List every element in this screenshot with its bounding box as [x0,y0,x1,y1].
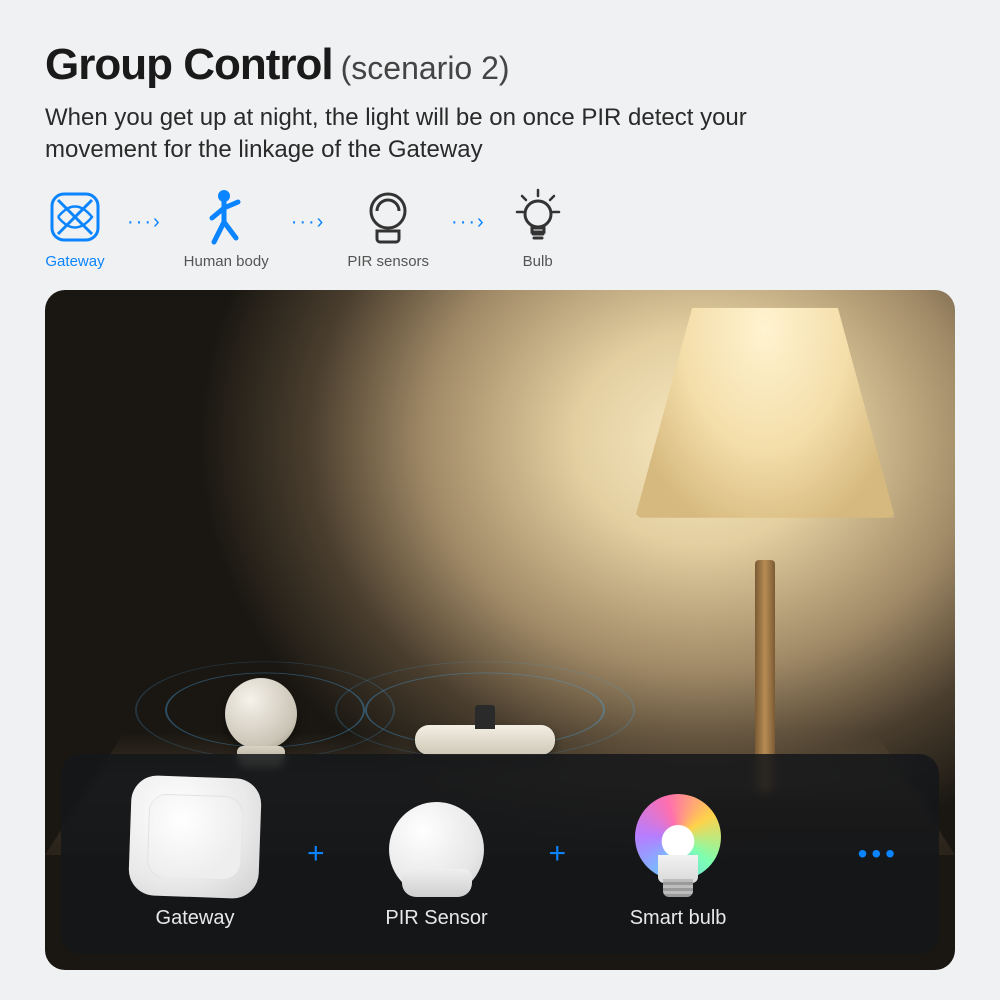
more-icon[interactable]: ••• [790,838,905,870]
page-subtitle: (scenario 2) [341,50,510,87]
flow-bulb-label: Bulb [523,253,553,270]
flow-human: Human body [184,187,269,270]
scene-image: Gateway + PIR Sensor + Smart bulb ••• [45,290,955,970]
bar-pir: PIR Sensor [337,777,537,930]
arrow-icon: ···› [127,211,162,234]
flow-diagram: Gateway ···› Human body ···› PIR sensor [45,187,955,270]
sensor-icon [358,187,418,247]
bar-gateway: Gateway [95,777,295,930]
flow-gateway-label: Gateway [45,253,104,270]
gateway-icon [45,187,105,247]
product-bar: Gateway + PIR Sensor + Smart bulb ••• [61,754,939,954]
flow-pir: PIR sensors [347,187,429,270]
page-title: Group Control [45,40,333,90]
bulb-icon [508,187,568,247]
flow-pir-label: PIR sensors [347,253,429,270]
plus-icon: + [549,837,567,871]
bar-gateway-label: Gateway [156,907,235,930]
plus-icon: + [307,837,325,871]
flow-bulb: Bulb [508,187,568,270]
bulb-product-icon [613,777,743,897]
arrow-icon: ···› [451,211,486,234]
bar-pir-label: PIR Sensor [385,907,487,930]
bar-bulb-label: Smart bulb [630,907,727,930]
page-description: When you get up at night, the light will… [45,102,865,167]
pir-device-on-table [225,678,297,750]
flow-gateway: Gateway [45,187,105,270]
pir-product-icon [372,777,502,897]
arrow-icon: ···› [291,211,326,234]
gateway-product-icon [128,775,262,899]
lamp-shade [635,308,895,518]
gateway-device-on-table [415,725,555,755]
person-icon [196,187,256,247]
bar-bulb: Smart bulb [578,777,778,930]
flow-human-label: Human body [184,253,269,270]
